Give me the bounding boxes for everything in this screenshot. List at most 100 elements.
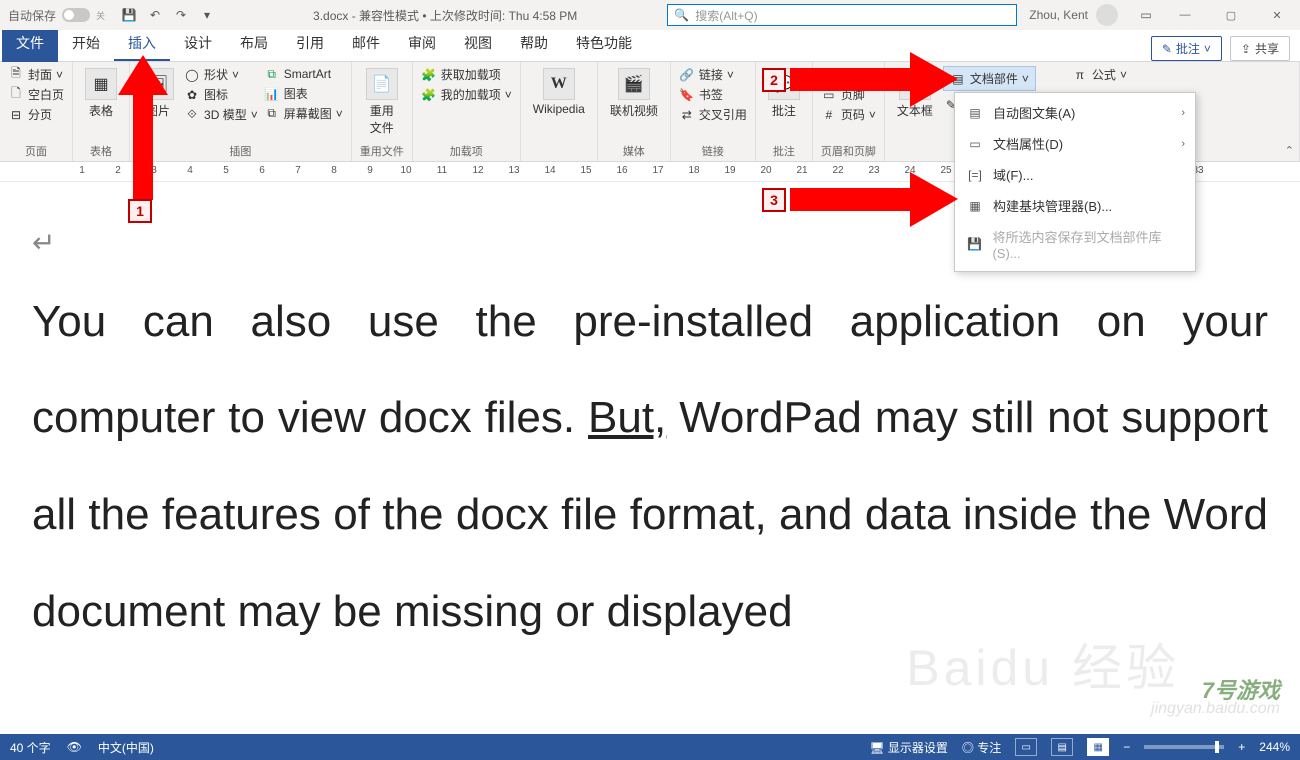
- chevron-right-icon: ›: [1181, 138, 1185, 150]
- language-status[interactable]: 中文(中国): [98, 739, 154, 756]
- tab-view[interactable]: 视图: [450, 27, 506, 61]
- tab-file[interactable]: 文件: [2, 26, 58, 62]
- table-icon: ▦: [85, 68, 117, 100]
- group-addins: 🧩获取加载项 🧩我的加载项 ˅ 加载项: [413, 62, 521, 161]
- tab-layout[interactable]: 布局: [226, 27, 282, 61]
- group-wikipedia: WWikipedia: [521, 62, 598, 161]
- save-selection-icon: 💾: [967, 236, 982, 252]
- 3dmodel-button[interactable]: ⟐3D 模型 ˅: [184, 106, 258, 123]
- quickparts-button[interactable]: ▤文档部件 ˅: [943, 66, 1036, 91]
- menu-doc-property[interactable]: ▭文档属性(D)›: [955, 128, 1195, 159]
- chart-button[interactable]: 📊图表: [264, 85, 343, 102]
- display-settings[interactable]: 🖥 显示器设置: [869, 739, 948, 756]
- link-button[interactable]: 🔗链接 ˅: [679, 66, 747, 83]
- quickparts-icon: ▤: [950, 71, 966, 87]
- online-video-button[interactable]: 🎬联机视频: [606, 66, 662, 121]
- zoom-slider[interactable]: [1144, 745, 1224, 749]
- pictures-button[interactable]: 🖼图片: [138, 66, 178, 121]
- footer-button[interactable]: ▭页脚: [821, 86, 876, 103]
- document-paragraph: You can also use the pre-installed appli…: [32, 274, 1268, 661]
- textbox-button[interactable]: A文本框: [893, 66, 937, 121]
- my-addins-button[interactable]: 🧩我的加载项 ˅: [421, 86, 512, 103]
- wikipedia-button[interactable]: WWikipedia: [529, 66, 589, 118]
- reuse-files-button[interactable]: 📄重用 文件: [360, 66, 404, 138]
- cover-page-button[interactable]: 🗎封面 ˅: [8, 66, 64, 83]
- page-number-button[interactable]: #页码 ˅: [821, 106, 876, 123]
- tab-features[interactable]: 特色功能: [562, 27, 646, 61]
- group-header-footer: ▭页眉 ▭页脚 #页码 ˅ 页眉和页脚: [813, 62, 885, 161]
- menu-field[interactable]: [=]域(F)...: [955, 159, 1195, 190]
- group-media: 🎬联机视频 媒体: [598, 62, 671, 161]
- user-account[interactable]: Zhou, Kent: [1017, 4, 1130, 26]
- menu-building-blocks[interactable]: ▦构建基块管理器(B)...: [955, 190, 1195, 221]
- avatar-icon: [1096, 4, 1118, 26]
- field-icon: [=]: [967, 167, 983, 183]
- tab-help[interactable]: 帮助: [506, 27, 562, 61]
- view-print-button[interactable]: ▤: [1051, 738, 1073, 756]
- close-button[interactable]: ✕: [1254, 0, 1300, 30]
- tab-home[interactable]: 开始: [58, 27, 114, 61]
- collapse-ribbon-icon[interactable]: ⌃: [1285, 144, 1294, 157]
- status-bar: 40 个字 👁 中文(中国) 🖥 显示器设置 ◎ 专注 ▭ ▤ ▦ − + 24…: [0, 734, 1300, 760]
- crossref-button[interactable]: ⇄交叉引用: [679, 106, 747, 123]
- equation-button[interactable]: π公式 ˅: [1072, 66, 1127, 83]
- ribbon-mode-icon[interactable]: ▭: [1138, 7, 1154, 23]
- table-button[interactable]: ▦表格: [81, 66, 121, 121]
- view-web-button[interactable]: ▦: [1087, 738, 1109, 756]
- picture-icon: 🖼: [142, 68, 174, 100]
- textbox-icon: A: [899, 68, 931, 100]
- qat-dropdown-icon[interactable]: ▾: [199, 7, 215, 23]
- screenshot-button[interactable]: ⧉屏幕截图 ˅: [264, 105, 343, 122]
- tab-design[interactable]: 设计: [170, 27, 226, 61]
- get-addins-button[interactable]: 🧩获取加载项: [421, 66, 512, 83]
- ribbon-tabs: 文件 开始 插入 设计 布局 引用 邮件 审阅 视图 帮助 特色功能 ✎ 批注 …: [0, 30, 1300, 62]
- header-button[interactable]: ▭页眉: [821, 66, 876, 83]
- icons-button[interactable]: ✿图标: [184, 86, 258, 103]
- callout-1: 1: [128, 199, 152, 223]
- document-title: 3.docx - 兼容性模式 • 上次修改时间: Thu 4:58 PM: [223, 7, 667, 24]
- docprop-icon: ▭: [967, 136, 983, 152]
- undo-icon[interactable]: ↶: [147, 7, 163, 23]
- group-reuse: 📄重用 文件 重用文件: [352, 62, 413, 161]
- smartart-button[interactable]: ⧉SmartArt: [264, 66, 343, 82]
- word-count[interactable]: 40 个字: [10, 739, 51, 756]
- zoom-level[interactable]: 244%: [1259, 740, 1290, 754]
- bookmark-button[interactable]: 🔖书签: [679, 86, 747, 103]
- zoom-out-button[interactable]: −: [1123, 740, 1130, 754]
- watermark-baidu: Baidu 经验: [906, 628, 1180, 700]
- share-button[interactable]: ⇪ 共享: [1230, 36, 1290, 61]
- menu-save-selection: 💾将所选内容保存到文档部件库(S)...: [955, 221, 1195, 267]
- group-illustrations: 🖼图片 ◯形状 ˅ ✿图标 ⟐3D 模型 ˅ ⧉SmartArt 📊图表 ⧉屏幕…: [130, 62, 352, 161]
- comments-button[interactable]: ✎ 批注 ˅: [1151, 36, 1222, 61]
- page-break-button[interactable]: ⊟分页: [8, 106, 64, 123]
- bbmgr-icon: ▦: [967, 198, 983, 214]
- shapes-button[interactable]: ◯形状 ˅: [184, 66, 258, 83]
- search-input[interactable]: 🔍 搜索(Alt+Q): [667, 4, 1017, 26]
- toggle-icon: [62, 8, 90, 22]
- search-icon: 🔍: [674, 8, 689, 22]
- window-controls: — ▢ ✕: [1162, 0, 1300, 30]
- menu-autotext[interactable]: ▤自动图文集(A)›: [955, 97, 1195, 128]
- watermark-game: 7号游戏: [1202, 673, 1280, 705]
- tab-insert[interactable]: 插入: [114, 27, 170, 61]
- zoom-in-button[interactable]: +: [1238, 740, 1245, 754]
- callout-3: 3: [762, 188, 786, 212]
- view-read-button[interactable]: ▭: [1015, 738, 1037, 756]
- tab-mail[interactable]: 邮件: [338, 27, 394, 61]
- save-icon[interactable]: 💾: [121, 7, 137, 23]
- wikipedia-icon: W: [543, 68, 575, 100]
- tab-references[interactable]: 引用: [282, 27, 338, 61]
- tab-review[interactable]: 审阅: [394, 27, 450, 61]
- redo-icon[interactable]: ↷: [173, 7, 189, 23]
- minimize-button[interactable]: —: [1162, 0, 1208, 30]
- reuse-icon: 📄: [366, 68, 398, 100]
- maximize-button[interactable]: ▢: [1208, 0, 1254, 30]
- chevron-right-icon: ›: [1181, 107, 1185, 119]
- autotext-icon: ▤: [967, 105, 983, 121]
- spellcheck-icon[interactable]: 👁: [67, 740, 82, 754]
- autosave-toggle[interactable]: 自动保存 关: [0, 7, 113, 24]
- blank-page-button[interactable]: 🗋空白页: [8, 86, 64, 103]
- focus-mode[interactable]: ◎ 专注: [962, 739, 1001, 756]
- video-icon: 🎬: [618, 68, 650, 100]
- group-pages: 🗎封面 ˅ 🗋空白页 ⊟分页 页面: [0, 62, 73, 161]
